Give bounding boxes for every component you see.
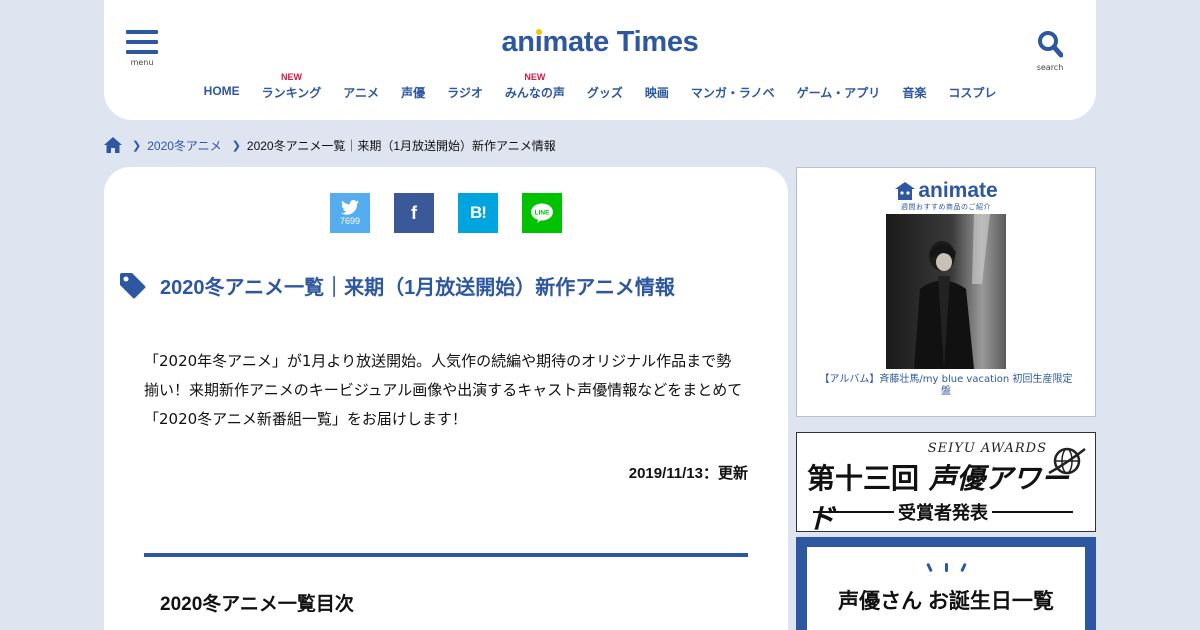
nav-item-radio[interactable]: ラジオ: [436, 70, 494, 101]
nav-item-music[interactable]: 音楽: [891, 70, 937, 101]
article-lead: 「2020年冬アニメ」が1月より放送開始。人気作の続編や期待のオリジナル作品まで…: [144, 352, 743, 428]
nav-item-manga[interactable]: マンガ・ラノベ: [680, 70, 786, 101]
toc-title: 2020冬アニメ一覧目次: [160, 594, 354, 615]
new-badge: NEW: [524, 72, 546, 82]
facebook-share-button[interactable]: f: [394, 193, 434, 233]
menu-caption: menu: [130, 58, 154, 67]
nav-label: 映画: [644, 86, 669, 100]
nav-label: HOME: [203, 84, 240, 98]
home-icon[interactable]: [104, 137, 122, 153]
nav-label: アニメ: [343, 86, 380, 100]
search-button[interactable]: search: [1036, 30, 1064, 72]
tag-icon: [120, 272, 146, 298]
twitter-share-count: 7699: [339, 216, 361, 226]
ad-subtitle: 週間おすすめ商品のご紹介: [901, 203, 991, 211]
nav-item-cosplay[interactable]: コスプレ: [937, 70, 1007, 101]
nav-item-goods[interactable]: グッズ: [576, 70, 634, 101]
seiyu-awards-subtitle: 受賞者発表: [813, 499, 1073, 525]
site-logo[interactable]: animate Times: [104, 26, 1096, 59]
nav-label: 声優: [401, 86, 426, 100]
nav-item-anime[interactable]: アニメ: [332, 70, 390, 101]
sidebar-product-ad[interactable]: animate 週間おすすめ商品のご紹介 【アルバム】斉藤壮馬/my blue …: [796, 167, 1096, 417]
updated-date: 2019/11/13：更新: [628, 465, 748, 482]
nav-label: コスプレ: [948, 86, 997, 100]
twitter-icon: [341, 200, 359, 215]
main-nav: HOME NEW ランキング アニメ 声優 ラジオ NEW みんなの声 グッズ 映画…: [104, 70, 1096, 101]
search-icon: [1038, 31, 1064, 58]
seiyu-awards-title: 第十三回 声優アワード: [807, 457, 1095, 537]
seiyu-awards-banner[interactable]: SEIYU AWARDS 第十三回 声優アワード 受賞者発表: [796, 432, 1096, 535]
album-cover-image: [886, 214, 1006, 369]
table-of-contents: 2020冬アニメ一覧目次: [144, 553, 748, 616]
nav-label: ゲーム・アプリ: [796, 86, 881, 100]
nav-label: マンガ・ラノベ: [690, 86, 775, 100]
seiyu-awards-title-ordinal: 第十三回: [807, 462, 920, 495]
line-icon-text: LINE: [535, 210, 550, 217]
chevron-right-icon: ❯: [132, 139, 142, 152]
nav-item-seiyu[interactable]: 声優: [390, 70, 436, 101]
article-title: 2020冬アニメ一覧｜来期（1月放送開始）新作アニメ情報: [160, 277, 675, 299]
nav-label: みんなの声: [504, 86, 565, 100]
nav-label: ラジオ: [447, 86, 483, 100]
ad-caption: 【アルバム】斉藤壮馬/my blue vacation 初回生産限定盤: [819, 374, 1073, 397]
seiyu-birthday-banner[interactable]: 声優さん お誕生日一覧: [796, 537, 1096, 630]
nav-item-ranking[interactable]: NEW ランキング: [251, 70, 333, 101]
nav-label: グッズ: [586, 86, 623, 100]
hatena-bookmark-button[interactable]: B!: [458, 193, 498, 233]
seiyu-birthday-text: 声優さん お誕生日一覧: [838, 590, 1054, 613]
seiyu-awards-english: SEIYU AWARDS: [927, 441, 1047, 456]
logo-text-part1: an: [501, 26, 535, 58]
nav-item-game[interactable]: ゲーム・アプリ: [786, 70, 892, 101]
site-header: menu animate Times search HOME NEW ランキング …: [104, 0, 1096, 120]
article-card: 7699 f B! LINE 2020冬アニメ一覧｜来期（1月放送開始）新作アニ…: [104, 167, 788, 630]
nav-label: 音楽: [902, 86, 927, 100]
nav-label: ランキング: [261, 86, 322, 100]
logo-text-i: i: [534, 26, 543, 58]
line-share-button[interactable]: LINE: [522, 193, 562, 233]
nav-item-movie[interactable]: 映画: [634, 70, 680, 101]
facebook-icon: f: [411, 202, 417, 223]
breadcrumb: ❯ 2020冬アニメ ❯ 2020冬アニメ一覧｜来期（1月放送開始）新作アニメ情…: [104, 135, 556, 155]
nav-item-voices[interactable]: NEW みんなの声: [494, 70, 576, 101]
seiyu-awards-subtitle-text: 受賞者発表: [898, 503, 988, 524]
share-buttons: 7699 f B! LINE: [330, 193, 562, 233]
breadcrumb-current: 2020冬アニメ一覧｜来期（1月放送開始）新作アニメ情報: [246, 138, 556, 153]
animate-mascot-icon: [895, 182, 916, 200]
article-title-row: 2020冬アニメ一覧｜来期（1月放送開始）新作アニメ情報: [120, 271, 675, 300]
seiyu-birthday-banner-inner: 声優さん お誕生日一覧: [807, 547, 1085, 630]
breadcrumb-link-category[interactable]: 2020冬アニメ: [147, 137, 221, 154]
line-icon: LINE: [531, 203, 553, 223]
logo-text-part3: mate Times: [542, 26, 699, 58]
sparkle-icon: [807, 557, 1085, 576]
animate-logo: animate: [797, 179, 1095, 203]
hatena-icon: B!: [470, 203, 487, 222]
chevron-right-icon: ❯: [231, 139, 241, 152]
animate-logo-text: animate: [918, 179, 998, 202]
twitter-share-button[interactable]: 7699: [330, 193, 370, 233]
new-badge: NEW: [280, 72, 302, 82]
nav-item-home[interactable]: HOME: [193, 70, 251, 101]
